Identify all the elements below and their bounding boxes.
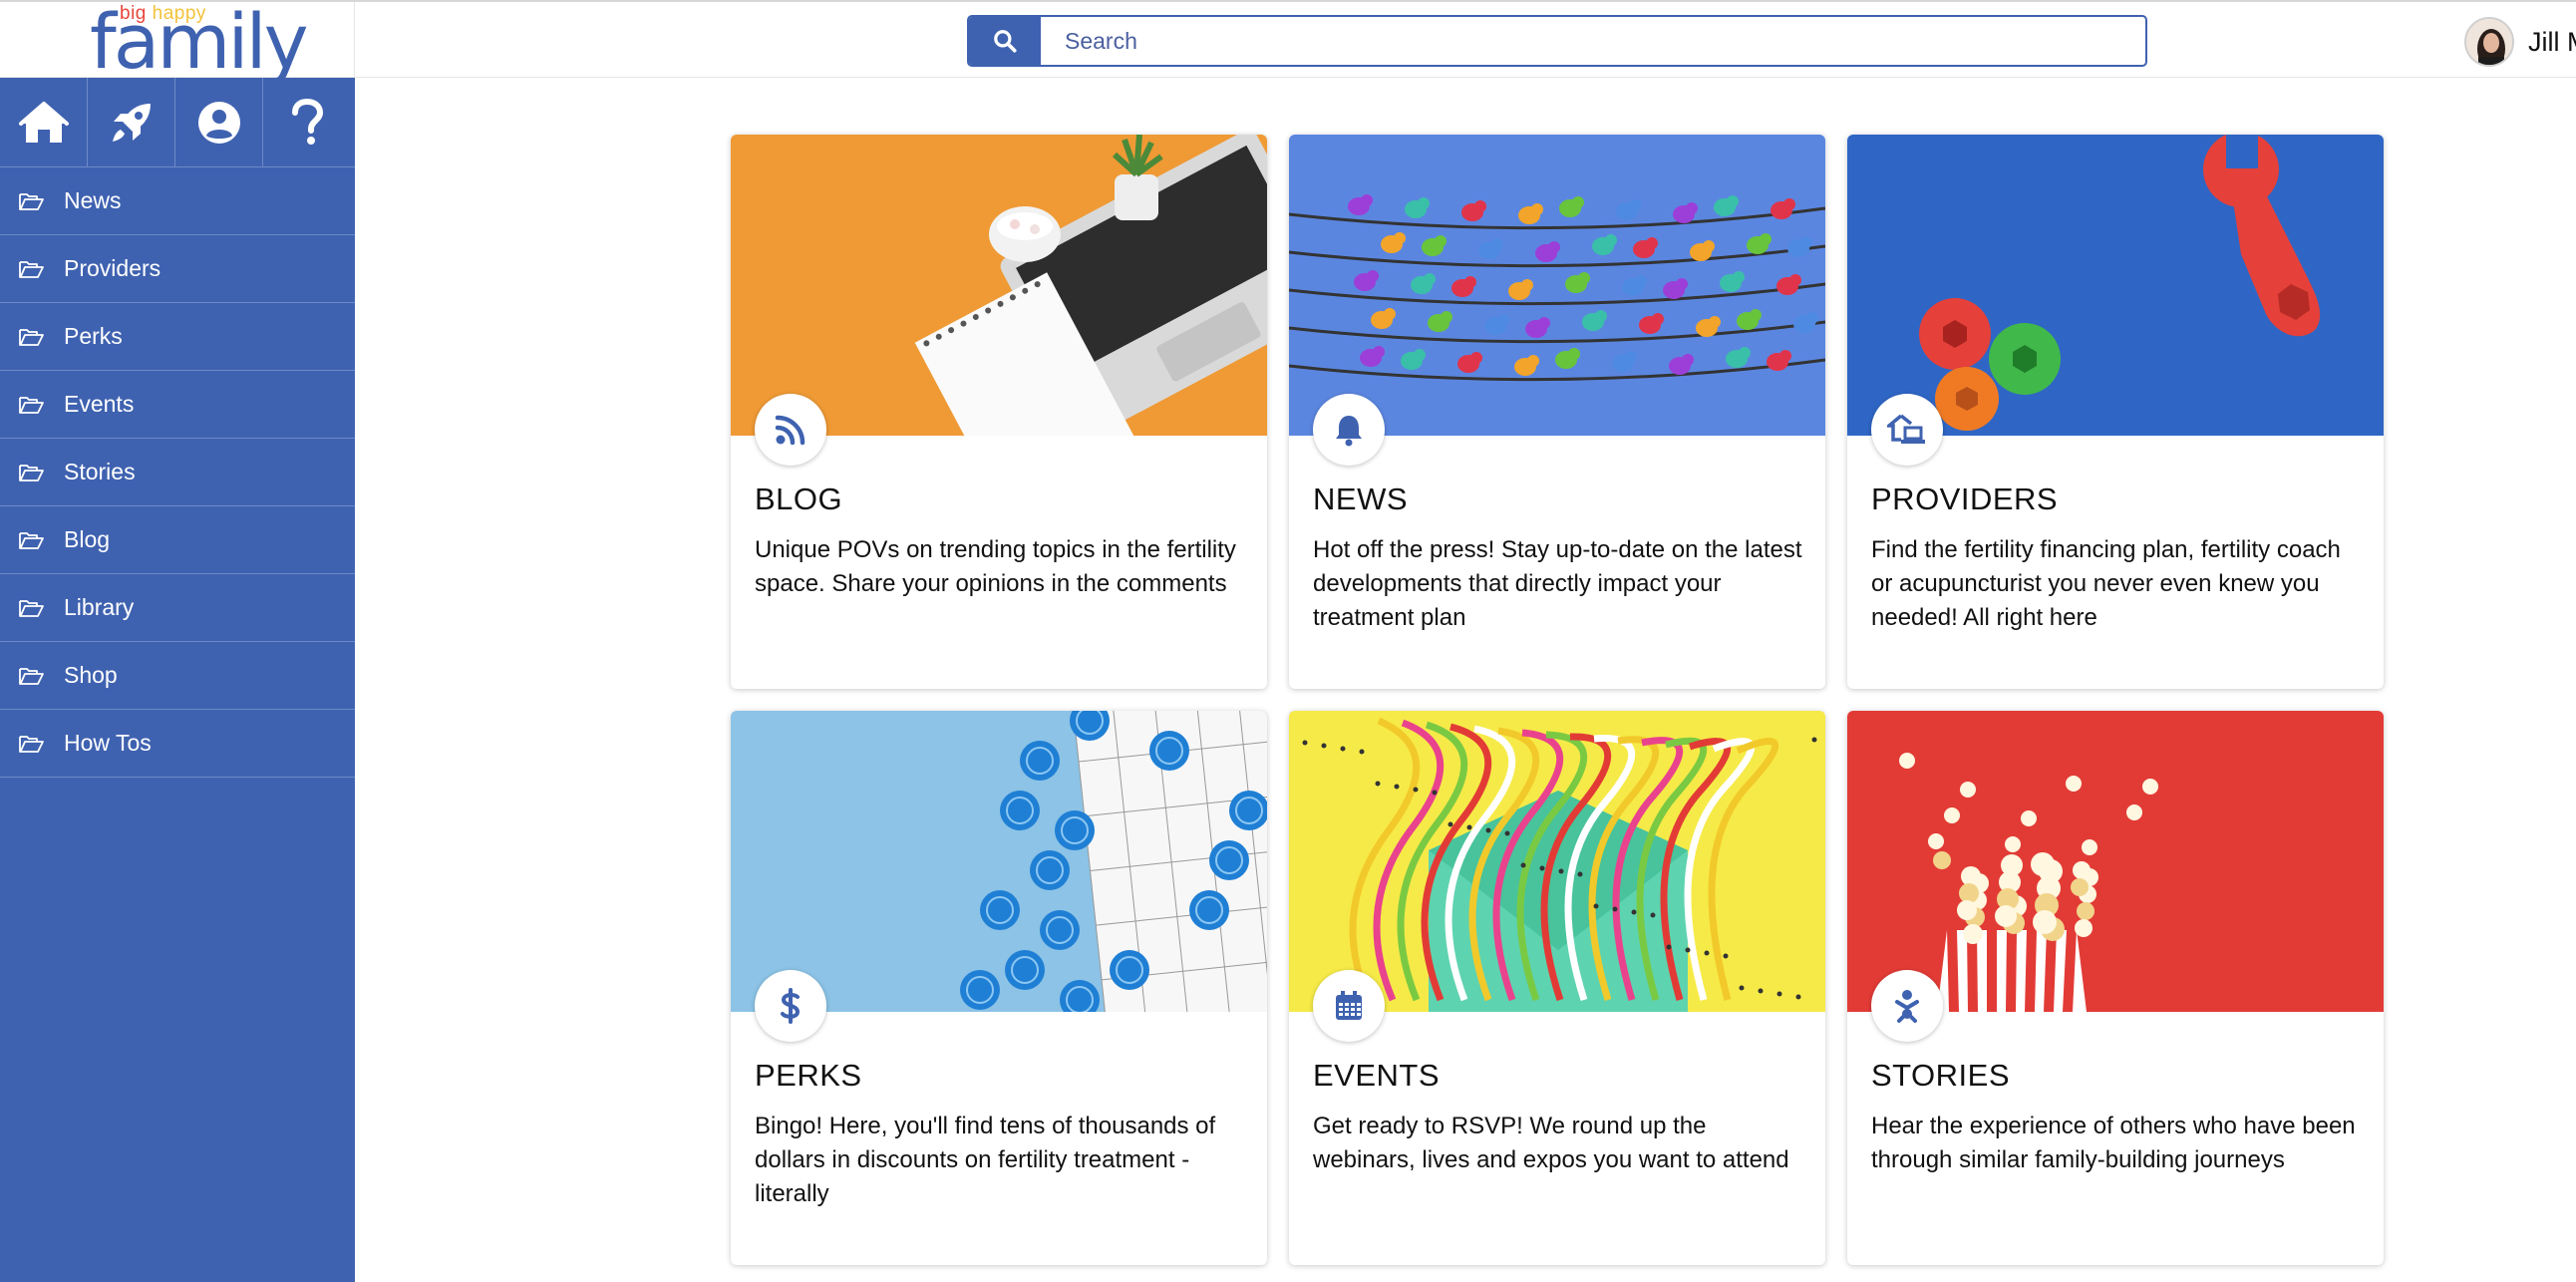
bell-icon (1313, 394, 1385, 466)
search-button[interactable] (969, 17, 1041, 65)
folder-open-icon (19, 192, 44, 210)
avatar[interactable] (2464, 17, 2514, 67)
card-news[interactable]: NEWS Hot off the press! Stay up-to-date o… (1289, 135, 1825, 689)
card-title[interactable]: PERKS (755, 1058, 862, 1094)
sidebar-item-label: Shop (64, 662, 118, 688)
sidebar-item-label: How Tos (64, 730, 152, 756)
user-name[interactable]: Jill M (2528, 27, 2576, 58)
card-image (731, 711, 1267, 1012)
sidebar-item-news[interactable]: News (0, 167, 355, 235)
card-description: Hear the experience of others who have b… (1871, 1113, 2356, 1173)
logo[interactable]: big happy family (0, 2, 355, 80)
card-events[interactable]: EVENTS Get ready to RSVP! We round up the… (1289, 711, 1825, 1265)
folder-open-icon (19, 735, 44, 753)
page: big happy family Jill (0, 0, 2576, 1282)
card-description: Unique POVs on trending topics in the fe… (755, 536, 1236, 597)
sidebar-item-label: Events (64, 391, 135, 417)
help-button[interactable] (263, 78, 351, 167)
logo-wordmark: family (90, 0, 309, 86)
sidebar-item-blog[interactable]: Blog (0, 506, 355, 574)
sidebar-item-label: Perks (64, 323, 123, 349)
top-bar: big happy family Jill (0, 0, 2576, 80)
dollar-icon (755, 970, 826, 1042)
profile-button[interactable] (175, 78, 263, 167)
user-menu[interactable]: Jill M (2464, 16, 2576, 68)
card-title[interactable]: PROVIDERS (1871, 481, 2058, 517)
home-laptop-icon (1871, 394, 1943, 466)
card-image (1289, 135, 1825, 436)
search-bar (967, 15, 2147, 67)
card-description: Hot off the press! Stay up-to-date on th… (1313, 536, 1802, 631)
card-image (1847, 135, 2384, 436)
folder-open-icon (19, 328, 44, 346)
folder-open-icon (19, 260, 44, 278)
sidebar: News Providers Perks Events Stories Blog Libra… (0, 78, 355, 1282)
sidebar-item-library[interactable]: Library (0, 574, 355, 642)
sidebar-icon-row (0, 78, 355, 167)
folder-open-icon (19, 396, 44, 414)
card-image (1289, 711, 1825, 1012)
rocket-button[interactable] (88, 78, 175, 167)
folder-open-icon (19, 464, 44, 481)
sidebar-item-perks[interactable]: Perks (0, 303, 355, 371)
search-icon (994, 30, 1017, 53)
calendar-icon (1313, 970, 1385, 1042)
card-image (1847, 711, 2384, 1012)
sidebar-item-stories[interactable]: Stories (0, 439, 355, 506)
folder-open-icon (19, 531, 44, 549)
user-photo (2466, 19, 2512, 65)
card-stories[interactable]: STORIES Hear the experience of others who… (1847, 711, 2384, 1265)
sidebar-item-label: Library (64, 594, 135, 620)
sidebar-item-label: Providers (64, 255, 161, 281)
baby-icon (1871, 970, 1943, 1042)
card-blog[interactable]: BLOG Unique POVs on trending topics in th… (731, 135, 1267, 689)
sidebar-item-how-tos[interactable]: How Tos (0, 710, 355, 778)
search-input[interactable] (1041, 17, 2145, 65)
rocket-icon (112, 104, 151, 142)
user-circle-icon (197, 102, 240, 144)
card-title[interactable]: NEWS (1313, 481, 1408, 517)
sidebar-item-label: Stories (64, 459, 136, 484)
home-button[interactable] (0, 78, 88, 167)
sidebar-item-shop[interactable]: Shop (0, 642, 355, 710)
folder-open-icon (19, 599, 44, 617)
card-description: Get ready to RSVP! We round up the webin… (1313, 1113, 1789, 1173)
card-title[interactable]: STORIES (1871, 1058, 2010, 1094)
sidebar-menu: News Providers Perks Events Stories Blog Libra… (0, 167, 355, 778)
card-title[interactable]: EVENTS (1313, 1058, 1440, 1094)
question-icon (292, 99, 324, 145)
sidebar-item-label: Blog (64, 526, 111, 552)
card-description: Bingo! Here, you'll find tens of thousan… (755, 1113, 1216, 1207)
card-perks[interactable]: PERKS Bingo! Here, you'll find tens of th… (731, 711, 1267, 1265)
folder-open-icon (19, 667, 44, 685)
rss-icon (755, 394, 826, 466)
sidebar-item-label: News (64, 187, 122, 213)
card-providers[interactable]: PROVIDERS Find the fertility financing pl… (1847, 135, 2384, 689)
card-image (731, 135, 1267, 436)
sidebar-item-events[interactable]: Events (0, 371, 355, 439)
card-title[interactable]: BLOG (755, 481, 842, 517)
card-description: Find the fertility financing plan, ferti… (1871, 536, 2341, 631)
home-icon (18, 102, 69, 143)
sidebar-item-providers[interactable]: Providers (0, 235, 355, 303)
